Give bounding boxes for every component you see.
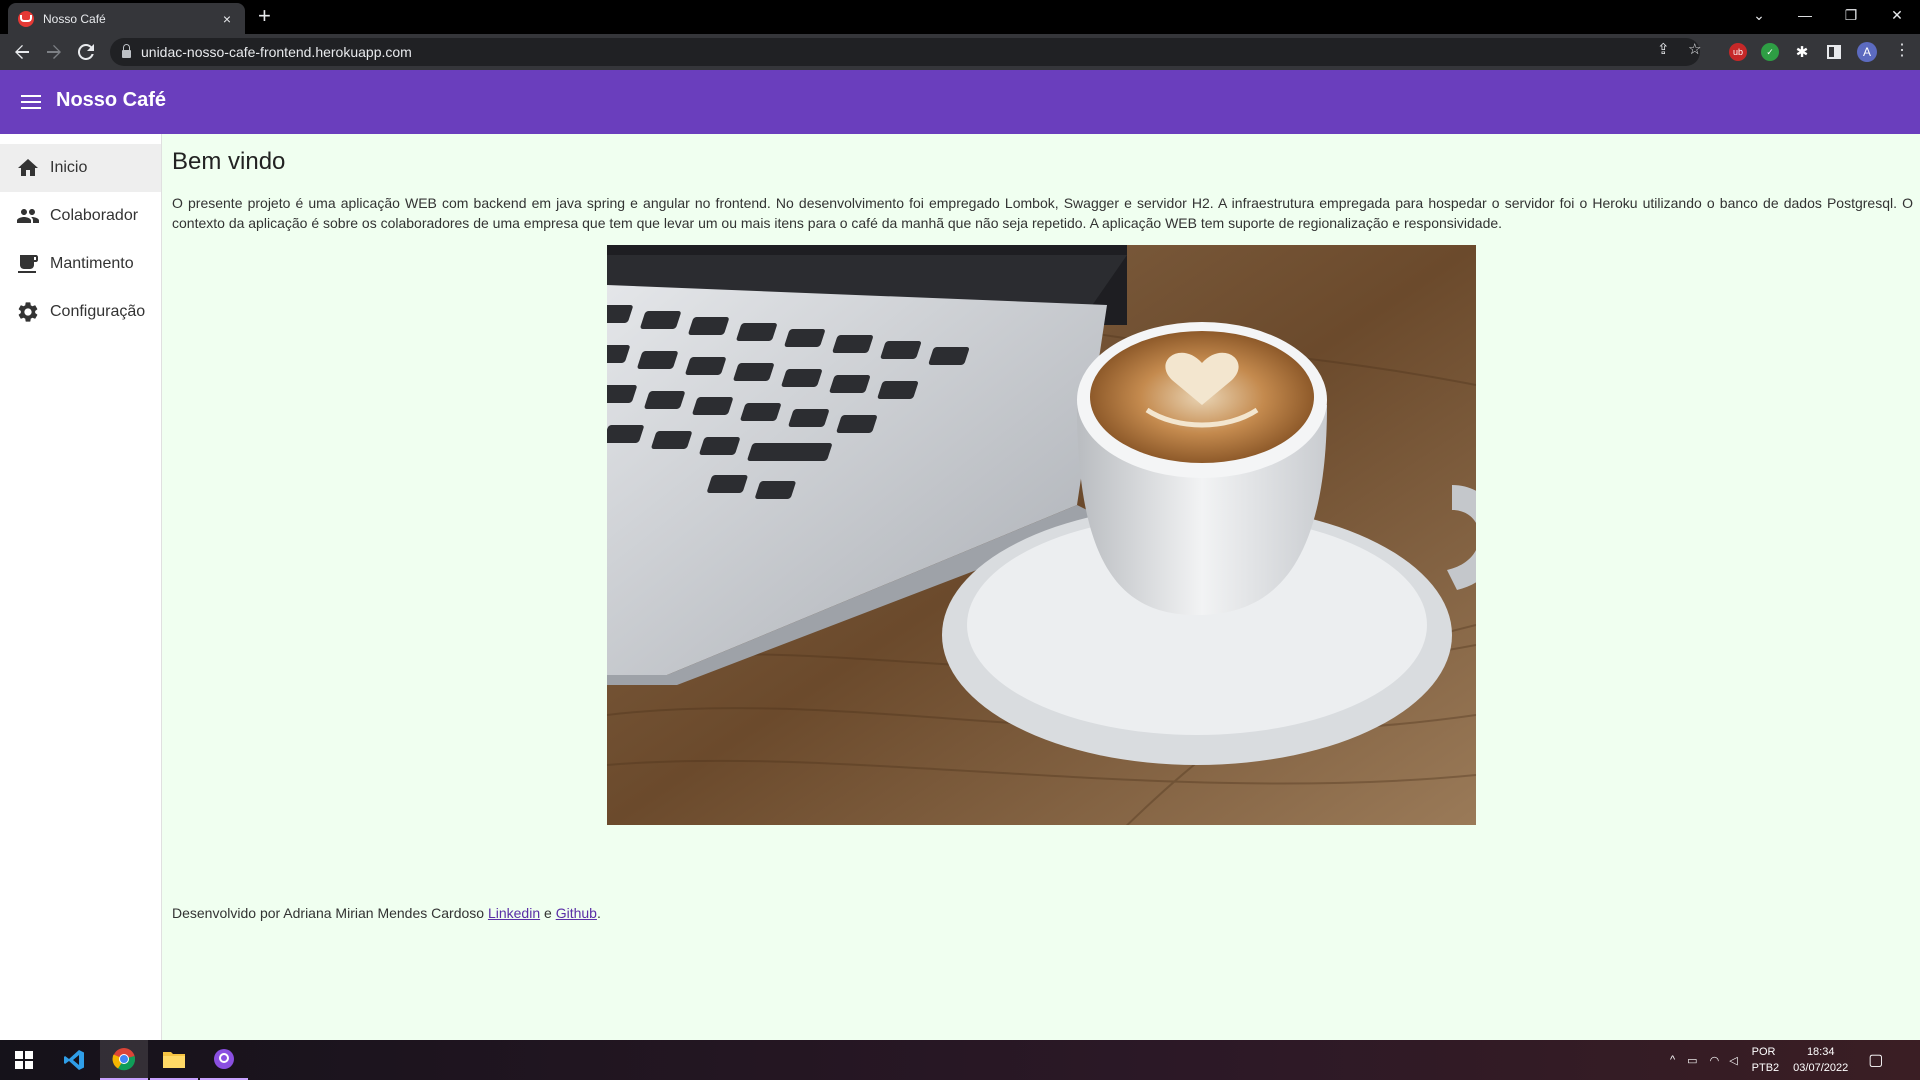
close-window-button[interactable]: ✕ bbox=[1874, 0, 1920, 30]
page-title: Bem vindo bbox=[172, 148, 286, 175]
sidebar-item-colaborador[interactable]: Colaborador bbox=[0, 192, 161, 240]
tab-title: Nosso Café bbox=[43, 11, 106, 26]
forward-icon[interactable] bbox=[42, 40, 66, 64]
sidebar-item-configuracao[interactable]: Configuração bbox=[0, 288, 161, 336]
profile-avatar[interactable]: A bbox=[1857, 42, 1877, 62]
project-description: O presente projeto é uma aplicação WEB c… bbox=[172, 195, 1913, 231]
footer-credits: Desenvolvido por Adriana Mirian Mendes C… bbox=[172, 905, 601, 921]
new-tab-button[interactable]: + bbox=[258, 4, 271, 28]
app-header: Nosso Café bbox=[0, 70, 1920, 134]
lock-icon bbox=[122, 44, 131, 58]
gear-icon bbox=[18, 302, 38, 322]
file-explorer-icon[interactable] bbox=[150, 1040, 198, 1080]
notifications-icon[interactable]: ▢ bbox=[1868, 1050, 1883, 1070]
clock-date: 03/07/2022 bbox=[1793, 1062, 1849, 1074]
hamburger-menu-icon[interactable] bbox=[21, 95, 41, 109]
footer-connector: e bbox=[540, 905, 556, 921]
language-indicator[interactable]: POR PTB2 bbox=[1752, 1044, 1780, 1076]
coffee-icon bbox=[18, 255, 38, 273]
language-code: POR bbox=[1751, 1046, 1776, 1058]
sidebar-item-mantimento[interactable]: Mantimento bbox=[0, 240, 161, 288]
chrome-icon[interactable] bbox=[100, 1040, 148, 1080]
windows-taskbar: ^ ▭ ◠ ◁ POR PTB2 18:34 03/07/2022 ▢ bbox=[0, 1040, 1920, 1080]
app-title: Nosso Café bbox=[56, 89, 167, 111]
restore-button[interactable]: ❐ bbox=[1828, 0, 1874, 30]
share-icon[interactable]: ⇪ bbox=[1657, 40, 1670, 58]
sidebar-item-label: Colaborador bbox=[50, 207, 139, 224]
wifi-icon[interactable]: ◠ bbox=[1710, 1054, 1720, 1067]
clock-time: 18:34 bbox=[1806, 1046, 1835, 1058]
bookmark-star-icon[interactable]: ☆ bbox=[1688, 40, 1701, 58]
favicon-icon bbox=[18, 10, 34, 27]
windows-start-icon[interactable] bbox=[0, 1040, 48, 1080]
more-menu-icon[interactable]: ⋮ bbox=[1894, 40, 1910, 60]
browser-toolbar: unidac-nosso-cafe-frontend.herokuapp.com… bbox=[0, 34, 1920, 70]
address-bar[interactable]: unidac-nosso-cafe-frontend.herokuapp.com bbox=[110, 38, 1700, 66]
tray-overflow-icon[interactable]: ^ bbox=[1670, 1054, 1675, 1066]
sidebar-item-label: Configuração bbox=[50, 303, 146, 320]
ublock-extension-icon[interactable]: ub bbox=[1729, 43, 1747, 61]
tab-close-icon[interactable]: × bbox=[219, 11, 235, 27]
browser-tabbar: Nosso Café × + ⌄ — ❐ ✕ bbox=[0, 0, 1920, 34]
coffee-laptop-image bbox=[607, 245, 1476, 825]
url-text: unidac-nosso-cafe-frontend.herokuapp.com bbox=[141, 44, 412, 60]
home-icon bbox=[18, 159, 38, 176]
clock[interactable]: 18:34 03/07/2022 bbox=[1793, 1044, 1848, 1076]
battery-icon[interactable]: ▭ bbox=[1687, 1054, 1697, 1067]
sidebar-item-label: Inicio bbox=[50, 159, 88, 176]
github-link[interactable]: Github bbox=[556, 905, 597, 921]
window-controls: ⌄ — ❐ ✕ bbox=[1736, 0, 1920, 30]
people-icon bbox=[17, 209, 39, 223]
keyboard-layout: PTB2 bbox=[1751, 1062, 1780, 1074]
reload-icon[interactable] bbox=[74, 40, 98, 64]
system-tray: ^ ▭ ◠ ◁ POR PTB2 18:34 03/07/2022 ▢ bbox=[1670, 1040, 1883, 1080]
sidebar: Inicio Colaborador Mantimento Configuraç… bbox=[0, 134, 162, 1040]
browser-tab[interactable]: Nosso Café × bbox=[8, 3, 245, 34]
sidebar-item-inicio[interactable]: Inicio bbox=[0, 144, 161, 192]
side-panel-icon[interactable] bbox=[1825, 43, 1843, 61]
main-content: Bem vindo O presente projeto é uma aplic… bbox=[162, 134, 1920, 1040]
check-extension-icon[interactable]: ✓ bbox=[1761, 43, 1779, 61]
back-icon[interactable] bbox=[10, 40, 34, 64]
volume-icon[interactable]: ◁ bbox=[1729, 1054, 1737, 1067]
extensions-puzzle-icon[interactable]: ✱ bbox=[1793, 43, 1811, 61]
footer-text: Desenvolvido por Adriana Mirian Mendes C… bbox=[172, 905, 488, 921]
linkedin-link[interactable]: Linkedin bbox=[488, 905, 540, 921]
footer-suffix: . bbox=[596, 905, 601, 921]
tab-search-icon[interactable]: ⌄ bbox=[1736, 0, 1782, 30]
minimize-button[interactable]: — bbox=[1782, 0, 1828, 30]
sidebar-item-label: Mantimento bbox=[50, 255, 134, 272]
github-desktop-icon[interactable] bbox=[200, 1040, 248, 1080]
vscode-icon[interactable] bbox=[50, 1040, 98, 1080]
